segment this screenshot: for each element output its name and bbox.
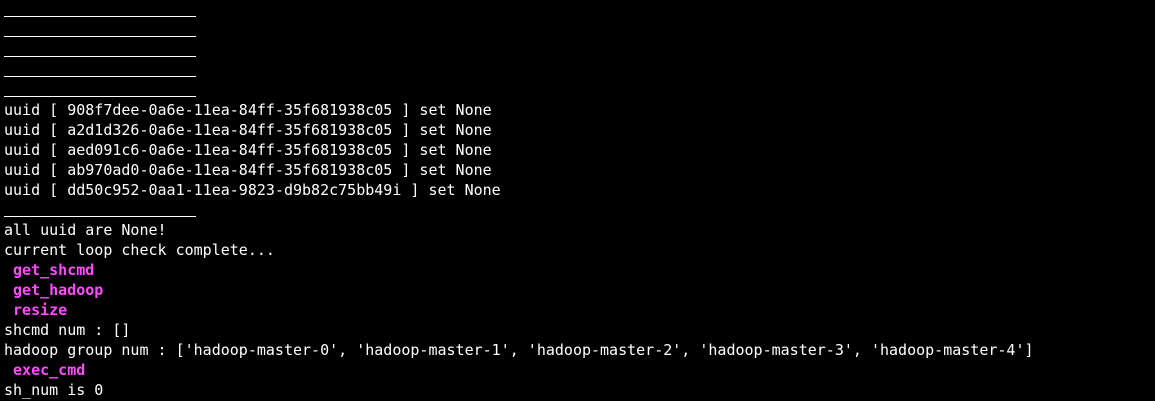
loop-complete-message: current loop check complete... (4, 241, 275, 259)
terminal-window[interactable]: uuid [ 908f7dee-0a6e-11ea-84ff-35f681938… (0, 0, 1155, 401)
uuid-line: uuid [ a2d1d326-0a6e-11ea-84ff-35f681938… (4, 121, 492, 139)
shcmd-num-output: shcmd num : [] (4, 321, 131, 339)
uuid-line: uuid [ ab970ad0-0a6e-11ea-84ff-35f681938… (4, 161, 492, 179)
function-resize: resize (4, 301, 68, 319)
uuid-line: uuid [ 908f7dee-0a6e-11ea-84ff-35f681938… (4, 101, 492, 119)
function-get-hadoop: get_hadoop (4, 281, 104, 299)
hadoop-group-output: hadoop group num : ['hadoop-master-0', '… (4, 341, 1034, 359)
separator-line (4, 80, 1155, 100)
function-get-shcmd: get_shcmd (4, 261, 95, 279)
separator-line (4, 20, 1155, 40)
separator-line (4, 200, 1155, 220)
uuid-line: uuid [ aed091c6-0a6e-11ea-84ff-35f681938… (4, 141, 492, 159)
separator-line (4, 0, 1155, 20)
uuid-line: uuid [ dd50c952-0aa1-11ea-9823-d9b82c75b… (4, 181, 501, 199)
separator-line (4, 60, 1155, 80)
sh-num-output: sh_num is 0 (4, 381, 104, 399)
separator-line (4, 40, 1155, 60)
function-exec-cmd: exec_cmd (4, 361, 86, 379)
all-none-message: all uuid are None! (4, 221, 167, 239)
